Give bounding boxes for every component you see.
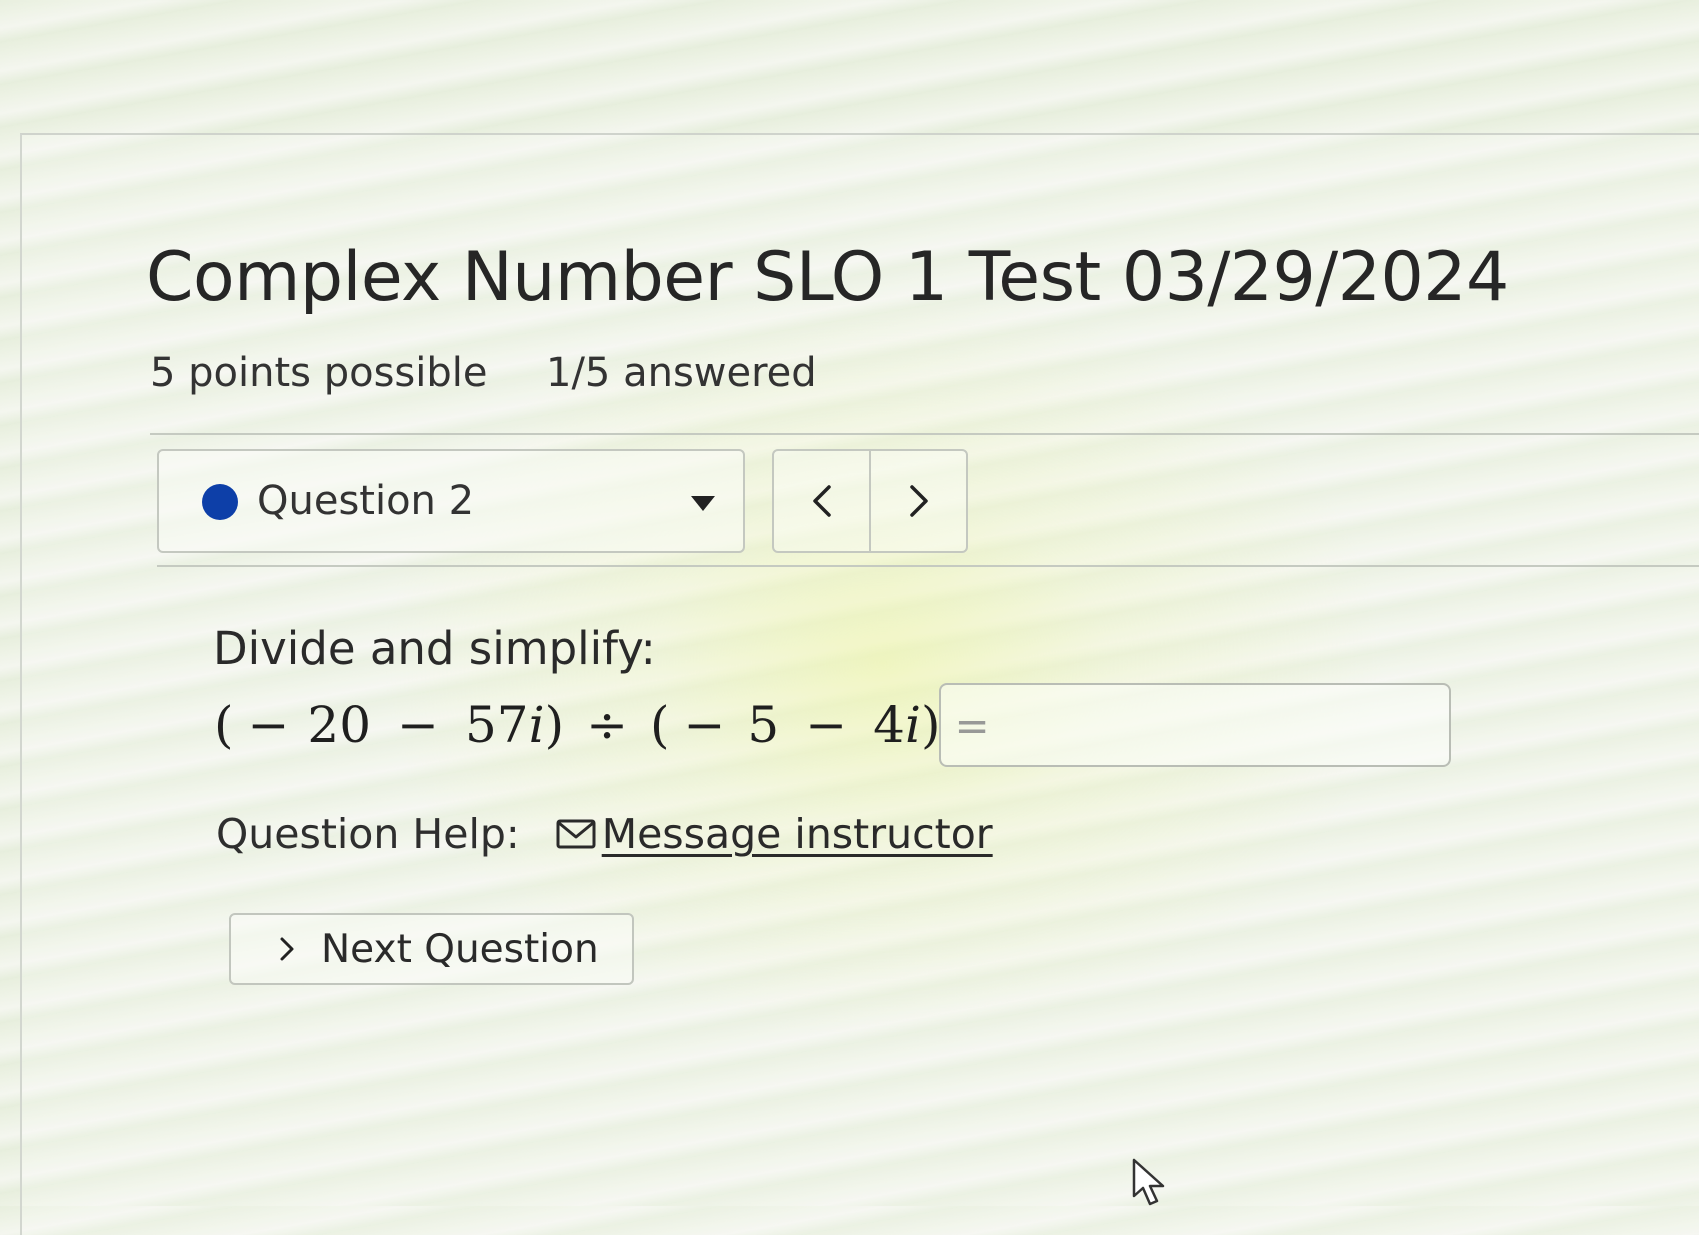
number: 20: [307, 696, 372, 754]
paren-close: ): [920, 696, 941, 754]
mouse-cursor-icon: [1132, 1158, 1165, 1206]
number: 57: [464, 696, 529, 754]
paren-open: (: [650, 696, 670, 754]
chevron-right-icon: [279, 936, 295, 962]
page-title: Complex Number SLO 1 Test 03/29/2024: [146, 238, 1509, 317]
number: 5: [747, 696, 780, 754]
imaginary-unit: i: [904, 696, 921, 754]
question-selector-label: Question 2: [257, 478, 475, 524]
next-question-label: Next Question: [321, 926, 599, 972]
number: 4: [873, 696, 905, 754]
divider: [150, 433, 1699, 435]
next-question-button[interactable]: Next Question: [229, 913, 634, 985]
question-help-label: Question Help:: [216, 810, 520, 858]
previous-question-button[interactable]: [774, 451, 871, 551]
question-selector[interactable]: Question 2: [157, 449, 745, 553]
paren-open: (: [214, 696, 234, 754]
message-instructor-link[interactable]: Message instructor: [602, 810, 993, 858]
question-prompt: Divide and simplify:: [213, 622, 656, 675]
chevron-down-icon: [691, 496, 715, 511]
imaginary-unit: i: [528, 696, 545, 754]
minus-sign: −: [247, 696, 290, 754]
answered-count: 1/5 answered: [546, 350, 817, 396]
answer-input[interactable]: [939, 683, 1451, 767]
next-question-arrow-button[interactable]: [871, 451, 966, 551]
minus-sign: −: [805, 696, 848, 754]
divide-sign: ÷: [586, 696, 628, 754]
chevron-right-icon: [909, 485, 928, 517]
divider: [157, 565, 1699, 567]
points-possible: 5 points possible: [150, 350, 488, 396]
mail-icon: [556, 819, 596, 849]
minus-sign: −: [683, 696, 726, 754]
paren-close: ): [544, 696, 565, 754]
chevron-left-icon: [812, 485, 831, 517]
math-expression: ( − 20 − 57 i ) ÷ ( − 5 − 4 i ) =: [214, 690, 990, 760]
question-status-dot: [202, 484, 238, 520]
question-help: Question Help: Message instructor: [216, 810, 993, 858]
question-nav: [772, 449, 968, 553]
minus-sign: −: [397, 696, 439, 754]
